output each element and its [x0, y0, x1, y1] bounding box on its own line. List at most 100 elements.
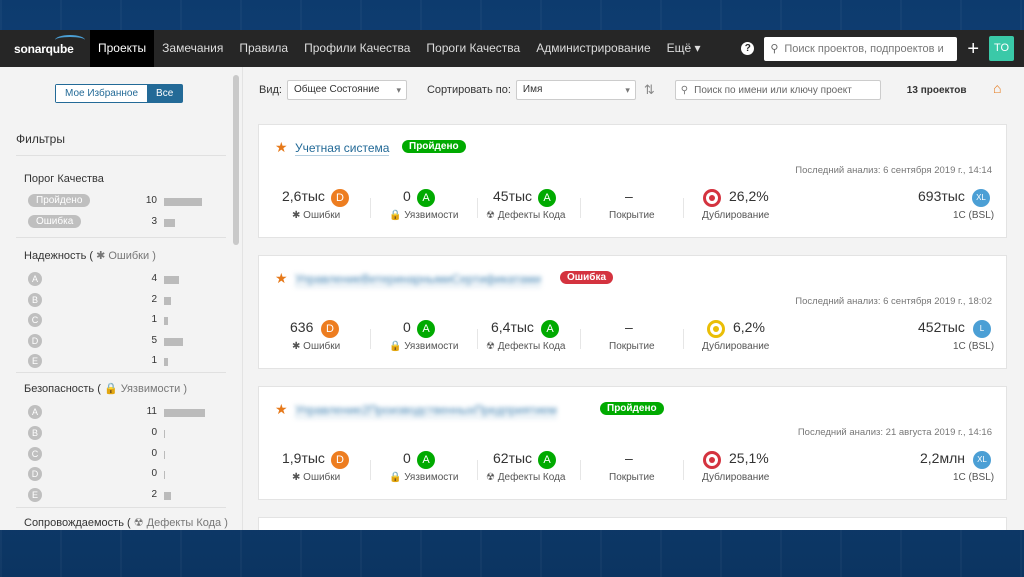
- size-value: 452тыс: [918, 319, 965, 335]
- filter-label: Пройдено: [28, 194, 91, 207]
- metric-coverage[interactable]: – Покрытие: [589, 450, 679, 490]
- projects-main: Вид: Общее Состояние ▾ Сортировать по: И…: [243, 67, 1024, 530]
- metric-code-smells[interactable]: 6,4тыс A ☢ Дефекты Кода: [484, 319, 594, 359]
- filter-row-security-c[interactable]: C0: [28, 447, 208, 463]
- metric-vulnerabilities[interactable]: 0 A 🔒 Уязвимости: [379, 188, 479, 228]
- vulns-label: 🔒 Уязвимости: [389, 472, 459, 483]
- view-select[interactable]: Общее Состояние ▾: [286, 80, 407, 100]
- nav-issues[interactable]: Замечания: [154, 30, 231, 67]
- filter-bar: [164, 338, 183, 346]
- toggle-all[interactable]: Все: [147, 85, 183, 102]
- divider: [16, 507, 226, 508]
- filter-row-passed[interactable]: Пройдено 10: [28, 194, 208, 210]
- vulns-value: 0: [403, 188, 411, 204]
- sort-direction-icon[interactable]: ⇅: [644, 82, 655, 98]
- nav-more[interactable]: Ещё ▾: [659, 30, 709, 67]
- separator: [580, 460, 581, 480]
- filter-bar: [164, 317, 168, 325]
- filter-maintainability-title: Сопровождаемость ( ☢ Дефекты Кода ): [24, 516, 228, 529]
- nav-projects[interactable]: Проекты: [90, 30, 155, 67]
- create-plus-icon[interactable]: +: [967, 39, 979, 59]
- filter-row-security-b[interactable]: B0: [28, 426, 208, 442]
- metric-duplication[interactable]: 6,2% Дублирование: [689, 319, 799, 359]
- divider: [16, 237, 226, 238]
- metric-duplication[interactable]: 26,2% Дублирование: [689, 188, 799, 228]
- metric-bugs[interactable]: 1,9тыс D ✱ Ошибки: [259, 450, 369, 490]
- home-icon[interactable]: ⌂: [993, 80, 1001, 96]
- filter-row-security-d[interactable]: D0: [28, 467, 208, 483]
- rating-badge: D: [321, 320, 339, 338]
- filter-label: Ошибка: [28, 215, 82, 228]
- filter-title-sub: Дефекты Кода ): [146, 517, 228, 529]
- rating-circle: E: [28, 354, 42, 368]
- metric-code-smells[interactable]: 62тыс A ☢ Дефекты Кода: [484, 450, 594, 490]
- filter-row-security-a[interactable]: A 11: [28, 405, 208, 421]
- project-card-partial: [258, 517, 1007, 530]
- smells-value: 6,4тыс: [491, 319, 534, 335]
- filter-row-failed[interactable]: Ошибка 3: [28, 215, 208, 231]
- project-name-link[interactable]: Управление2ПроизводственныхПредприятием: [295, 403, 557, 418]
- view-select-value: Общее Состояние: [293, 84, 380, 95]
- rating-badge: A: [538, 189, 556, 207]
- filter-bar: [164, 219, 175, 227]
- metric-vulnerabilities[interactable]: 0 A 🔒 Уязвимости: [379, 319, 479, 359]
- separator: [370, 460, 371, 480]
- global-search-input[interactable]: [784, 42, 945, 55]
- metric-size[interactable]: 2,2млн XL 1С (BSL): [859, 450, 999, 490]
- metric-bugs[interactable]: 636 D ✱ Ошибки: [259, 319, 369, 359]
- filter-row-reliability-d[interactable]: D5: [28, 334, 208, 350]
- nav-administration[interactable]: Администрирование: [528, 30, 658, 67]
- nav-quality-profiles[interactable]: Профили Качества: [296, 30, 418, 67]
- coverage-label: Покрытие: [609, 210, 655, 221]
- metric-bugs[interactable]: 2,6тыс D ✱ Ошибки: [259, 188, 369, 228]
- separator: [580, 329, 581, 349]
- metric-code-smells[interactable]: 45тыс A ☢ Дефекты Кода: [484, 188, 594, 228]
- project-search-input[interactable]: [694, 84, 875, 96]
- divider: [16, 155, 226, 156]
- last-analysis: Последний анализ: 21 августа 2019 г., 14…: [797, 427, 992, 438]
- project-name-link[interactable]: Учетная система: [295, 141, 390, 156]
- metric-coverage[interactable]: – Покрытие: [589, 188, 679, 228]
- filter-count: 5: [151, 335, 157, 346]
- vulns-label: 🔒 Уязвимости: [389, 341, 459, 352]
- rating-badge: A: [541, 320, 559, 338]
- view-label: Вид:: [259, 84, 282, 96]
- rating-badge: A: [417, 320, 435, 338]
- size-badge: L: [973, 320, 991, 338]
- sort-select-value: Имя: [522, 84, 543, 95]
- coverage-value: –: [625, 450, 633, 466]
- help-icon[interactable]: ?: [741, 42, 755, 55]
- toggle-favorites[interactable]: Мое Избранное: [56, 85, 148, 102]
- user-avatar[interactable]: TO: [989, 36, 1014, 61]
- filter-row-reliability-c[interactable]: C1: [28, 313, 208, 329]
- nav-rules[interactable]: Правила: [231, 30, 296, 67]
- filter-row-reliability-a[interactable]: A4: [28, 272, 208, 288]
- sonarqube-logo[interactable]: sonarqube: [0, 34, 90, 56]
- metric-size[interactable]: 693тыс XL 1С (BSL): [859, 188, 999, 228]
- metric-coverage[interactable]: – Покрытие: [589, 319, 679, 359]
- star-icon[interactable]: ★: [275, 401, 288, 418]
- sidebar-scrollbar[interactable]: [233, 75, 239, 245]
- star-icon[interactable]: ★: [275, 139, 288, 156]
- bugs-label: ✱ Ошибки: [292, 210, 341, 221]
- radiation-icon: ☢: [133, 517, 144, 529]
- filter-row-reliability-e[interactable]: E1: [28, 354, 208, 370]
- sort-select[interactable]: Имя ▾: [515, 80, 636, 100]
- metric-vulnerabilities[interactable]: 0 A 🔒 Уязвимости: [379, 450, 479, 490]
- smells-label: ☢ Дефекты Кода: [486, 341, 566, 352]
- nav-quality-gates[interactable]: Пороги Качества: [418, 30, 528, 67]
- rating-circle: C: [28, 447, 42, 461]
- metric-duplication[interactable]: 25,1% Дублирование: [689, 450, 799, 490]
- size-badge: XL: [973, 451, 991, 469]
- global-search: ⚲: [764, 36, 958, 61]
- project-name-link[interactable]: УправлениеВетеринарнымиСертификатами: [295, 272, 542, 287]
- rating-circle: E: [28, 488, 42, 502]
- filter-row-security-e[interactable]: E2: [28, 488, 208, 504]
- star-icon[interactable]: ★: [275, 270, 288, 287]
- metric-size[interactable]: 452тыс L 1С (BSL): [859, 319, 999, 359]
- project-card: ★ Управление2ПроизводственныхПредприятие…: [258, 386, 1007, 500]
- filter-row-reliability-b[interactable]: B2: [28, 293, 208, 309]
- bugs-value: 636: [290, 319, 314, 335]
- separator: [580, 198, 581, 218]
- vulns-label: 🔒 Уязвимости: [389, 210, 459, 221]
